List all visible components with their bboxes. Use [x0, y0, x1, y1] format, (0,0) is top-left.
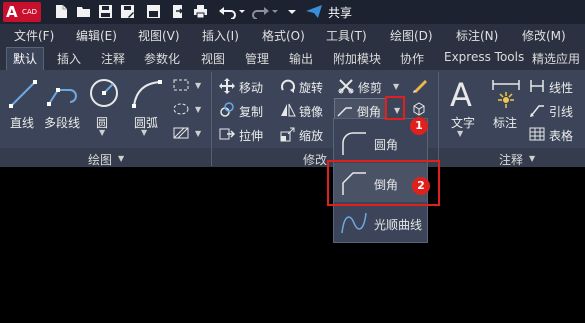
line-tool-icon[interactable]	[7, 78, 39, 110]
rotate-tool-label[interactable]: 旋转	[299, 79, 323, 96]
scale-tool-label[interactable]: 缩放	[299, 127, 323, 144]
tab-view[interactable]: 视图	[201, 50, 225, 67]
app-logo[interactable]: A CAD	[3, 2, 41, 22]
copy-tool-label[interactable]: 复制	[239, 103, 263, 120]
menu-view[interactable]: 视图(V)	[138, 27, 180, 44]
open-folder-icon[interactable]	[76, 4, 91, 19]
dimension-tool-label[interactable]: 标注	[493, 114, 517, 131]
menu-format[interactable]: 格式(O)	[262, 27, 305, 44]
menu-dimension[interactable]: 标注(N)	[456, 27, 498, 44]
tab-insert[interactable]: 插入	[57, 50, 81, 67]
leader-icon[interactable]	[529, 102, 545, 118]
panel-divider	[438, 72, 439, 166]
export-icon[interactable]	[170, 4, 185, 19]
chevron-down-icon[interactable]: ▼	[195, 105, 201, 114]
menu-file[interactable]: 文件(F)	[14, 27, 54, 44]
menu-draw[interactable]: 绘图(D)	[390, 27, 433, 44]
stretch-icon[interactable]	[219, 126, 235, 142]
tab-addins[interactable]: 附加模块	[333, 50, 381, 67]
tab-default[interactable]: 默认	[13, 50, 37, 67]
erase-icon[interactable]	[411, 76, 429, 94]
chamfer-icon[interactable]	[337, 101, 353, 117]
chevron-down-icon[interactable]: ▼	[99, 128, 105, 137]
quick-access-toolbar: A CAD 共享	[0, 0, 585, 24]
customize-dropdown-icon[interactable]	[287, 4, 297, 19]
fillet-icon	[342, 132, 366, 155]
arc-tool-icon[interactable]	[130, 78, 164, 110]
tab-annotate[interactable]: 注释	[101, 50, 125, 67]
dropdown-item-blend-curves[interactable]: 光顺曲线	[334, 203, 427, 242]
hatch-tool-icon[interactable]	[172, 126, 190, 140]
mirror-icon[interactable]	[280, 102, 296, 118]
menu-modify[interactable]: 修改(M)	[522, 27, 566, 44]
save-icon[interactable]	[98, 4, 113, 19]
text-tool-icon[interactable]: A	[448, 76, 478, 110]
chevron-down-icon[interactable]: ▼	[118, 154, 124, 163]
logo-sub: CAD	[22, 8, 38, 16]
chevron-down-icon[interactable]: ▼	[195, 129, 201, 138]
svg-text:A: A	[450, 76, 472, 110]
chevron-down-icon[interactable]: ▼	[457, 129, 463, 138]
dimension-tool-icon[interactable]	[489, 78, 523, 110]
ribbon-tabs: 默认 插入 注释 参数化 视图 管理 输出 附加模块 协作 Express To…	[0, 46, 585, 70]
redo-icon[interactable]	[252, 4, 280, 19]
copy-icon[interactable]	[219, 102, 235, 118]
chevron-down-icon[interactable]: ▼	[529, 154, 535, 163]
leader-tool-label[interactable]: 引线	[549, 103, 573, 120]
menu-bar: 文件(F) 编辑(E) 视图(V) 插入(I) 格式(O) 工具(T) 绘图(D…	[0, 24, 585, 46]
annotate-panel-title[interactable]: 注释	[499, 151, 523, 168]
polyline-tool-icon[interactable]	[46, 78, 82, 110]
highlight-dropdown-arrow	[385, 96, 405, 120]
undo-icon[interactable]	[218, 4, 246, 19]
trim-tool-label[interactable]: 修剪	[358, 79, 382, 96]
explode-icon[interactable]	[411, 101, 427, 117]
menu-edit[interactable]: 编辑(E)	[76, 27, 117, 44]
trim-icon[interactable]	[338, 78, 354, 94]
linear-dimension-icon[interactable]	[529, 78, 545, 94]
menu-tools[interactable]: 工具(T)	[326, 27, 367, 44]
tab-manage[interactable]: 管理	[245, 50, 269, 67]
tab-collaborate[interactable]: 协作	[400, 50, 424, 67]
move-tool-label[interactable]: 移动	[239, 79, 263, 96]
scale-icon[interactable]	[280, 126, 296, 142]
save-as-icon[interactable]	[120, 4, 135, 19]
linear-tool-label[interactable]: 线性	[549, 79, 573, 96]
panel-divider	[211, 72, 212, 166]
draw-panel-title[interactable]: 绘图	[88, 151, 112, 168]
table-tool-label[interactable]: 表格	[549, 127, 573, 144]
chevron-down-icon[interactable]: ▼	[141, 128, 147, 137]
new-file-icon[interactable]	[54, 4, 69, 19]
fillet-label: 圆角	[374, 138, 399, 152]
tab-featured-apps[interactable]: 精选应用	[532, 50, 580, 67]
polyline-tool-label[interactable]: 多段线	[44, 114, 80, 131]
print-icon[interactable]	[193, 4, 208, 19]
ellipse-tool-icon[interactable]	[172, 102, 190, 116]
web-save-icon[interactable]	[146, 4, 161, 19]
stretch-tool-label[interactable]: 拉伸	[239, 127, 263, 144]
blend-curves-label: 光顺曲线	[374, 218, 423, 232]
move-icon[interactable]	[219, 78, 235, 94]
tab-output[interactable]: 输出	[289, 50, 313, 67]
share-send-icon[interactable]	[305, 4, 323, 19]
logo-letter: A	[6, 3, 18, 21]
share-label[interactable]: 共享	[328, 4, 352, 21]
step-badge-2: 2	[412, 177, 430, 195]
table-icon[interactable]	[529, 126, 545, 142]
rectangle-tool-icon[interactable]	[172, 78, 190, 92]
menu-insert[interactable]: 插入(I)	[202, 27, 239, 44]
tab-express-tools[interactable]: Express Tools	[444, 50, 524, 64]
step-badge-1: 1	[410, 117, 428, 135]
modify-panel-title[interactable]: 修改	[303, 151, 327, 168]
mirror-tool-label[interactable]: 镜像	[299, 103, 323, 120]
chevron-down-icon[interactable]: ▼	[393, 82, 399, 91]
tab-parametric[interactable]: 参数化	[144, 50, 180, 67]
blend-curves-icon	[341, 212, 367, 234]
circle-tool-icon[interactable]	[88, 77, 120, 109]
rotate-icon[interactable]	[280, 78, 296, 94]
chevron-down-icon[interactable]: ▼	[195, 81, 201, 90]
line-tool-label[interactable]: 直线	[10, 114, 34, 131]
